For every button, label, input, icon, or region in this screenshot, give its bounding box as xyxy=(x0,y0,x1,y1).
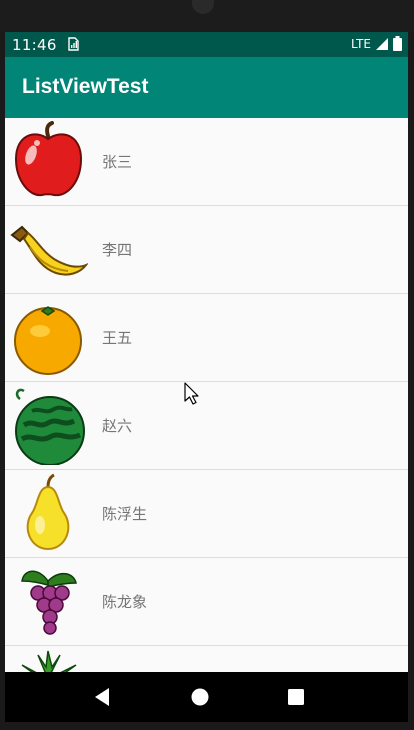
item-label: 陈龙象 xyxy=(102,593,148,611)
home-icon[interactable] xyxy=(187,684,213,710)
item-label: 王五 xyxy=(102,329,133,347)
device-bezel-top xyxy=(0,0,414,32)
list-item[interactable]: 陈龙象 xyxy=(5,558,408,646)
cell-signal-icon xyxy=(376,37,388,50)
network-type: LTE xyxy=(351,36,371,51)
list-item[interactable]: 陈浮生 xyxy=(5,470,408,558)
list-item[interactable]: 李四 xyxy=(5,206,408,294)
back-icon[interactable] xyxy=(89,684,115,710)
status-bar: 11:46 LTE xyxy=(5,32,408,57)
status-icons: LTE xyxy=(351,36,402,51)
recents-icon[interactable] xyxy=(283,684,309,710)
list-item[interactable]: 张三 xyxy=(5,118,408,206)
device-bezel-bottom xyxy=(0,722,414,730)
phone-screen: 11:46 LTE ListViewTest 张三 李四 王五 赵六 陈浮生 陈… xyxy=(5,32,408,722)
navigation-bar xyxy=(5,672,408,722)
mouse-cursor-icon xyxy=(184,382,199,405)
app-bar: ListViewTest xyxy=(5,57,408,118)
item-label: 李四 xyxy=(102,241,133,259)
item-label: 陈浮生 xyxy=(102,505,148,523)
status-time: 11:46 xyxy=(12,36,57,54)
orange-icon xyxy=(14,306,82,375)
app-title: ListViewTest xyxy=(22,75,149,98)
watermelon-icon xyxy=(15,388,85,465)
grape-icon xyxy=(21,570,77,635)
fruit-list[interactable]: 张三 李四 王五 赵六 陈浮生 陈龙象 xyxy=(5,118,408,722)
apple-icon xyxy=(14,121,83,197)
pear-icon xyxy=(26,473,70,551)
sim-card-icon xyxy=(68,37,79,51)
item-label: 赵六 xyxy=(102,417,133,435)
front-camera xyxy=(192,0,214,14)
list-item[interactable]: 王五 xyxy=(5,294,408,382)
list-item[interactable]: 赵六 xyxy=(5,382,408,470)
battery-icon xyxy=(393,36,402,51)
item-label: 张三 xyxy=(102,153,133,171)
banana-icon xyxy=(10,225,88,276)
